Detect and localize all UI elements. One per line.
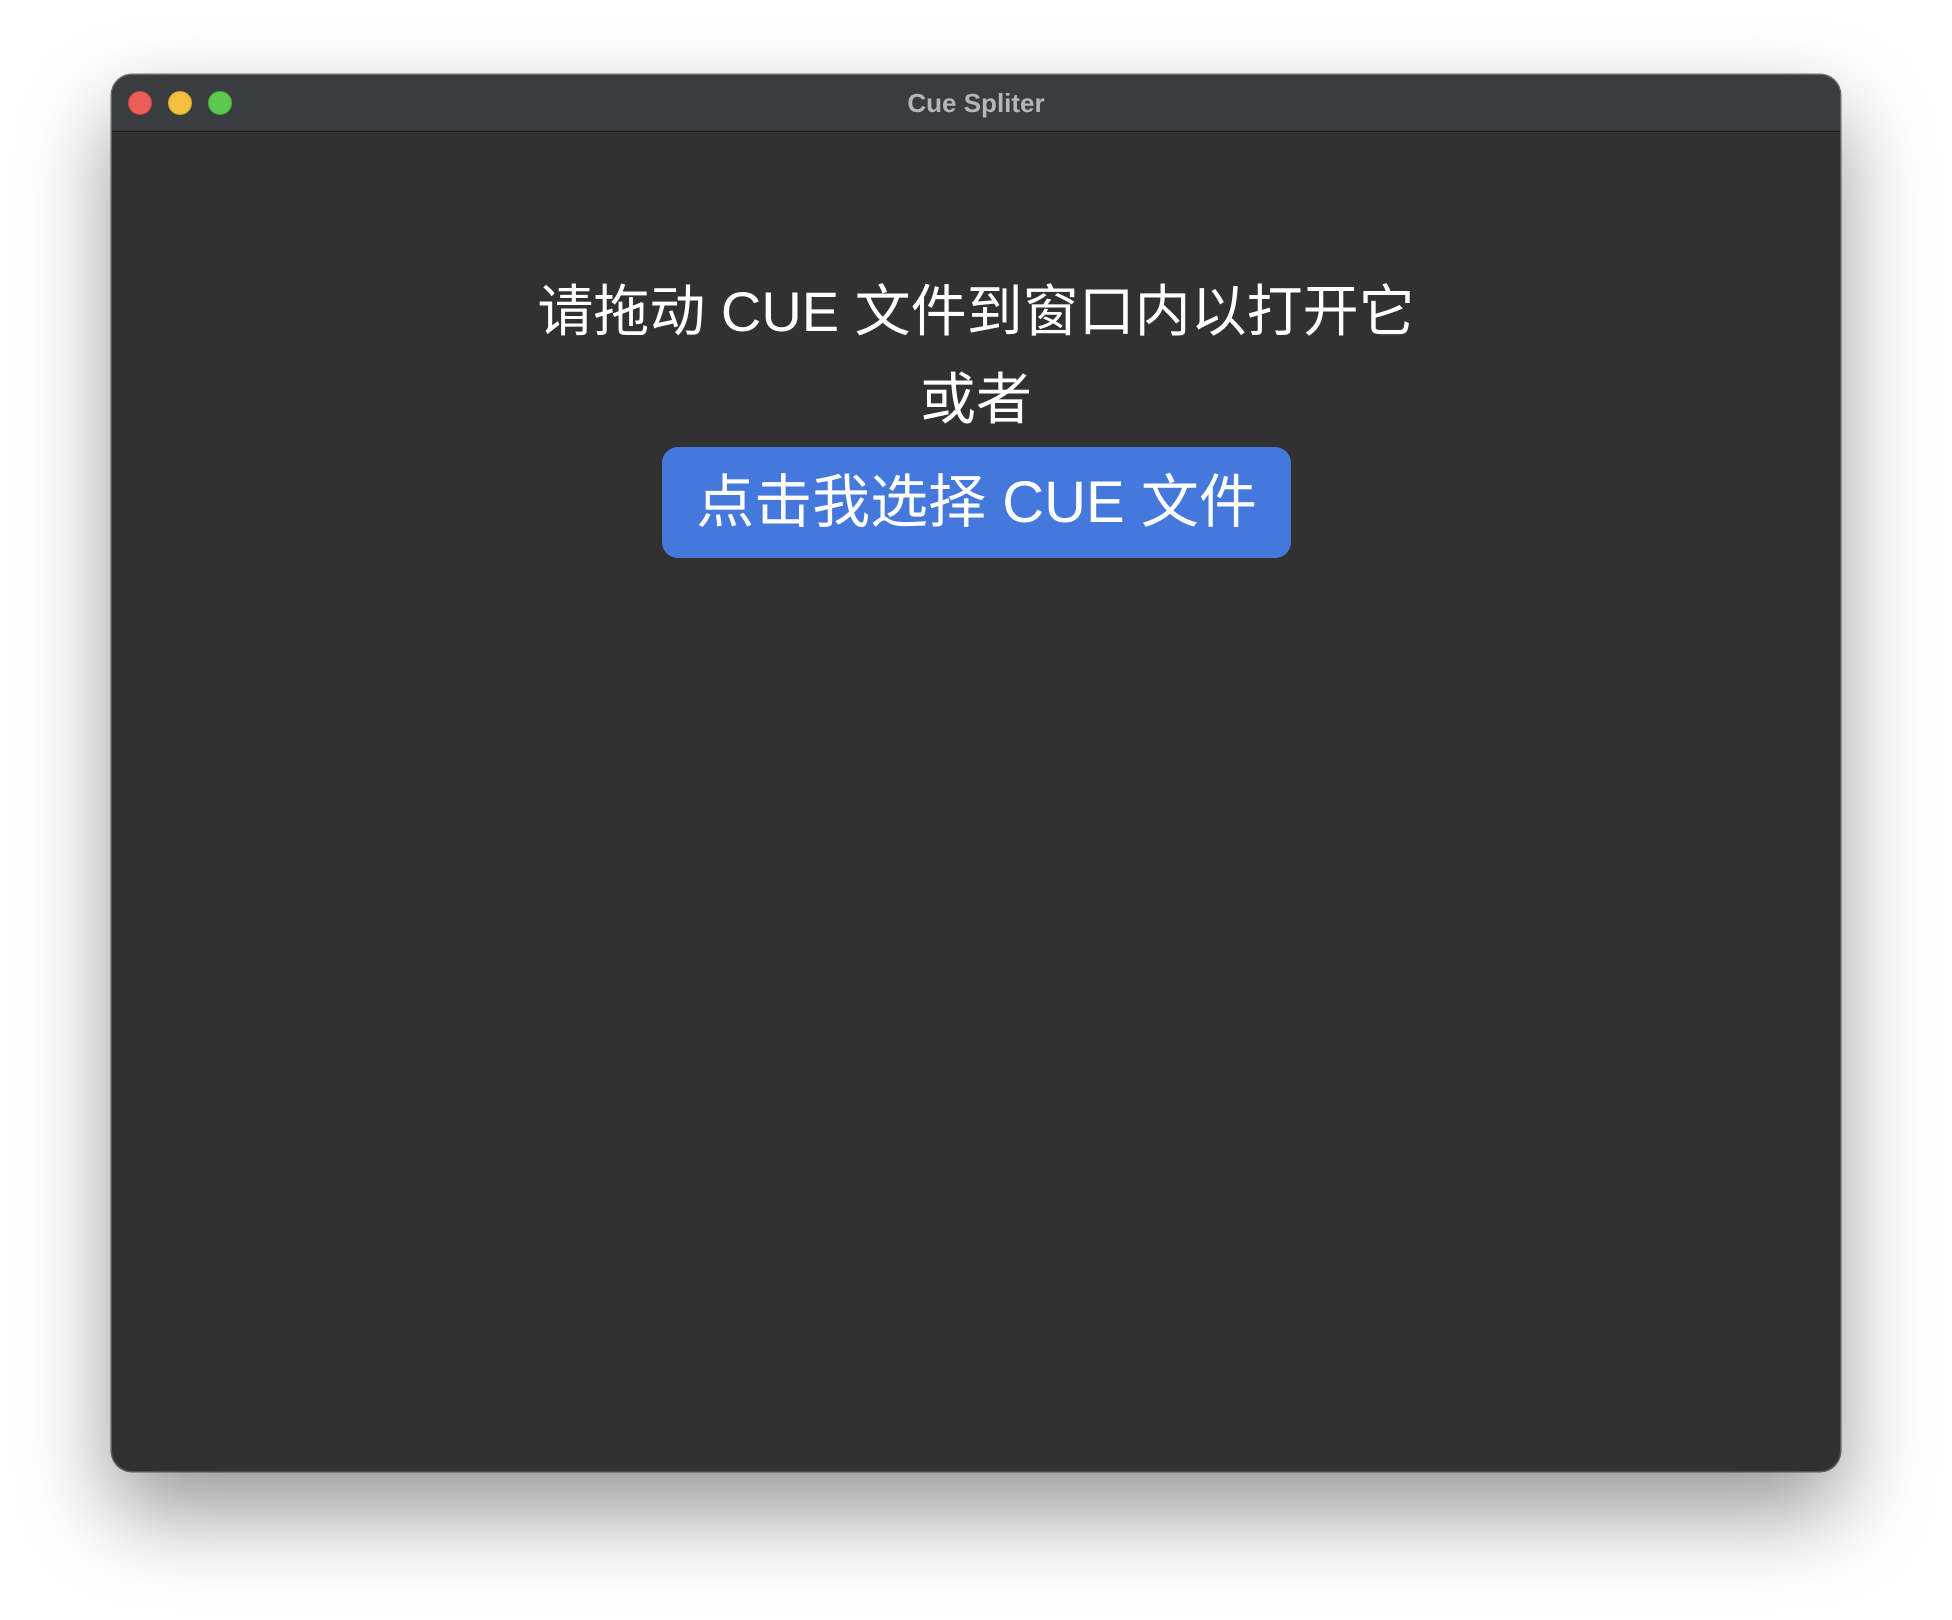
window-title: Cue Spliter (907, 88, 1045, 118)
choose-cue-file-button[interactable]: 点击我选择 CUE 文件 (662, 447, 1291, 558)
drop-zone[interactable]: 请拖动 CUE 文件到窗口内以打开它 或者 点击我选择 CUE 文件 (112, 132, 1840, 1471)
drag-instruction-text: 请拖动 CUE 文件到窗口内以打开它 (537, 280, 1415, 343)
app-window: Cue Spliter 请拖动 CUE 文件到窗口内以打开它 或者 点击我选择 … (112, 75, 1840, 1471)
or-separator-text: 或者 (920, 368, 1032, 431)
title-bar[interactable]: Cue Spliter (112, 75, 1840, 132)
